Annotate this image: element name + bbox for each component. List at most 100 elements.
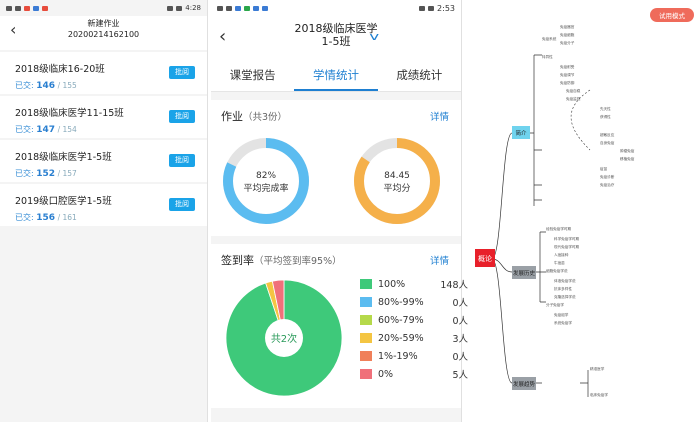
leaf-node[interactable]: 免疫器官 xyxy=(560,24,575,29)
legend-label: 100% xyxy=(378,278,406,290)
leaf-node[interactable]: 牛痘苗 xyxy=(554,260,565,265)
leaf-node[interactable]: 现代免疫学时期 xyxy=(554,244,580,249)
submitted-label: 已交: xyxy=(15,213,34,222)
leaf-node[interactable]: 移植免疫 xyxy=(620,156,635,161)
signin-title: 签到率 xyxy=(221,254,254,267)
score-label: 平均分 xyxy=(383,182,410,194)
notification-icon xyxy=(24,5,30,11)
trial-mode-badge[interactable]: 试用模式 xyxy=(659,11,686,20)
leaf-node[interactable]: 免疫防御 xyxy=(560,80,575,85)
leaf-node[interactable]: 获得性 xyxy=(600,114,611,119)
leaf-node[interactable]: 先天性 xyxy=(600,106,611,111)
leaf-node[interactable]: 精准医学 xyxy=(590,366,605,371)
leaf-node[interactable]: 免疫系统 xyxy=(542,36,557,41)
legend-label: 1%-19% xyxy=(378,350,418,362)
wifi-icon xyxy=(226,5,232,11)
tab-grade-stats[interactable]: 成绩统计 xyxy=(378,60,461,91)
card-title: 作业（共3份） xyxy=(211,100,461,124)
leaf-node[interactable]: 自身免疫 xyxy=(600,140,615,145)
legend-swatch xyxy=(360,315,372,325)
leaf-node[interactable]: 免疫诊断 xyxy=(600,174,615,179)
leaf-node[interactable]: 抗体多样性 xyxy=(554,286,572,291)
page-subtitle: 20200214162100 xyxy=(67,30,140,39)
leaf-node[interactable]: 临床免疫学 xyxy=(590,392,608,397)
signal-icon xyxy=(217,5,223,11)
leaf-node[interactable]: 超敏反应 xyxy=(600,132,615,137)
leaf-node[interactable]: 系统免疫学 xyxy=(554,320,572,325)
leaf-node[interactable]: 免疫自稳 xyxy=(566,88,581,93)
leaf-node[interactable]: 人痘接种 xyxy=(554,252,569,257)
leaf-node[interactable]: 克隆选择学说 xyxy=(554,294,576,299)
branch-node[interactable]: 发展趋势 xyxy=(513,380,536,388)
card-title: 签到率（平均签到率95%） xyxy=(211,244,461,268)
leaf-node[interactable]: 免疫组学 xyxy=(554,312,569,317)
root-node[interactable]: 概论 xyxy=(478,254,492,263)
score-donut: 84.45 平均分 xyxy=(354,138,440,224)
back-arrow-icon[interactable]: ‹ xyxy=(10,22,16,38)
leaf-node[interactable]: 经验免疫学时期 xyxy=(546,226,572,231)
battery-icon xyxy=(428,5,435,11)
middle-phone-screen: 2:53 ‹ 2018级临床医学 1-5班 v 课堂报告 学情统计 成绩统计 作… xyxy=(211,0,468,422)
submitted-label: 已交: xyxy=(15,125,34,134)
legend-label: 20%-59% xyxy=(378,332,424,344)
leaf-node[interactable]: 体液免疫学说 xyxy=(554,278,576,283)
leaf-node[interactable]: 分子免疫学 xyxy=(546,302,564,307)
leaf-node[interactable]: 免疫细胞 xyxy=(560,32,575,37)
leaf-node[interactable]: 免疫分子 xyxy=(560,40,575,45)
mute-icon xyxy=(419,5,426,11)
tab-class-report[interactable]: 课堂报告 xyxy=(211,60,294,91)
list-item[interactable]: 2018级临床医学11-15班 已交: 147 / 154 批阅 xyxy=(0,96,207,138)
submission-count: 已交: 147 / 154 xyxy=(15,124,207,135)
leaf-node[interactable]: 肿瘤免疫 xyxy=(620,148,635,153)
legend-count: 0人 xyxy=(452,298,468,309)
branch-node[interactable]: 简介 xyxy=(515,129,527,137)
review-button[interactable]: 批阅 xyxy=(169,154,195,167)
submission-count: 已交: 146 / 155 xyxy=(15,80,207,91)
leaf-node[interactable]: 免疫耐受 xyxy=(560,64,575,69)
app-icon xyxy=(42,5,48,11)
review-button[interactable]: 批阅 xyxy=(169,110,195,123)
chevron-down-icon[interactable]: v xyxy=(369,30,379,43)
legend-count: 3人 xyxy=(452,334,468,345)
leaf-node[interactable]: 疫苗 xyxy=(600,166,608,171)
list-item[interactable]: 2018级临床医学1-5班 已交: 152 / 157 批阅 xyxy=(0,140,207,182)
leaf-node[interactable]: 免疫治疗 xyxy=(600,182,615,187)
homework-donuts: 82% 平均完成率 84.45 平均分 xyxy=(223,138,440,224)
app-icon xyxy=(235,5,241,11)
pie-legend: 100% 148人 80%-99% 0人 60%-79% 0人 20%-59% 3人 1… xyxy=(360,275,468,383)
wifi-icon xyxy=(15,5,21,11)
legend-item: 0% 5人 xyxy=(360,365,468,383)
left-phone-screen: 4:28 ‹ 新建作业 20200214162100 2018级临床16-20班… xyxy=(0,0,208,422)
battery-icon xyxy=(176,5,183,11)
signin-pie: 共2次 xyxy=(225,279,343,397)
leaf-node[interactable]: 免疫监视 xyxy=(566,96,581,101)
homework-detail-link[interactable]: 详情 xyxy=(430,109,449,123)
leaf-node[interactable]: 科学免疫学时期 xyxy=(554,236,580,241)
signin-card: 签到率（平均签到率95%） 详情 共2次 100% 148人 80%-99% 0人 … xyxy=(211,244,468,408)
status-bar: 4:28 xyxy=(0,0,207,16)
list-item[interactable]: 2018级临床16-20班 已交: 146 / 155 批阅 xyxy=(0,52,207,94)
status-icons-left xyxy=(217,5,268,11)
total-value: / 161 xyxy=(57,213,77,222)
back-arrow-icon[interactable]: ‹ xyxy=(219,28,226,46)
legend-item: 1%-19% 0人 xyxy=(360,347,468,365)
review-button[interactable]: 批阅 xyxy=(169,198,195,211)
homework-title: 作业 xyxy=(221,110,243,123)
mind-map-panel: 试用模式 概论 简介 发展历史 发展趋势 免疫系统 免疫器官免疫细胞免疫分子特异性… xyxy=(470,0,698,422)
leaf-node[interactable]: 细胞免疫学说 xyxy=(546,268,568,273)
list-item[interactable]: 2019级口腔医学1-5班 已交: 156 / 161 批阅 xyxy=(0,184,207,226)
status-icons-left xyxy=(6,5,48,11)
leaf-node[interactable]: 特异性 xyxy=(542,54,553,59)
leaf-node[interactable]: 免疫调节 xyxy=(560,72,575,77)
branch-node[interactable]: 发展历史 xyxy=(513,269,536,277)
page-title-line2: 1-5班 xyxy=(321,35,351,48)
legend-swatch xyxy=(360,333,372,343)
tab-learning-stats[interactable]: 学情统计 xyxy=(294,60,378,91)
branch-connector xyxy=(534,370,589,397)
app-icon xyxy=(33,5,39,11)
score-value: 84.45 xyxy=(384,171,410,181)
review-button[interactable]: 批阅 xyxy=(169,66,195,79)
signal-icon xyxy=(6,5,12,11)
signin-detail-link[interactable]: 详情 xyxy=(430,253,449,267)
wechat-icon xyxy=(244,5,250,11)
